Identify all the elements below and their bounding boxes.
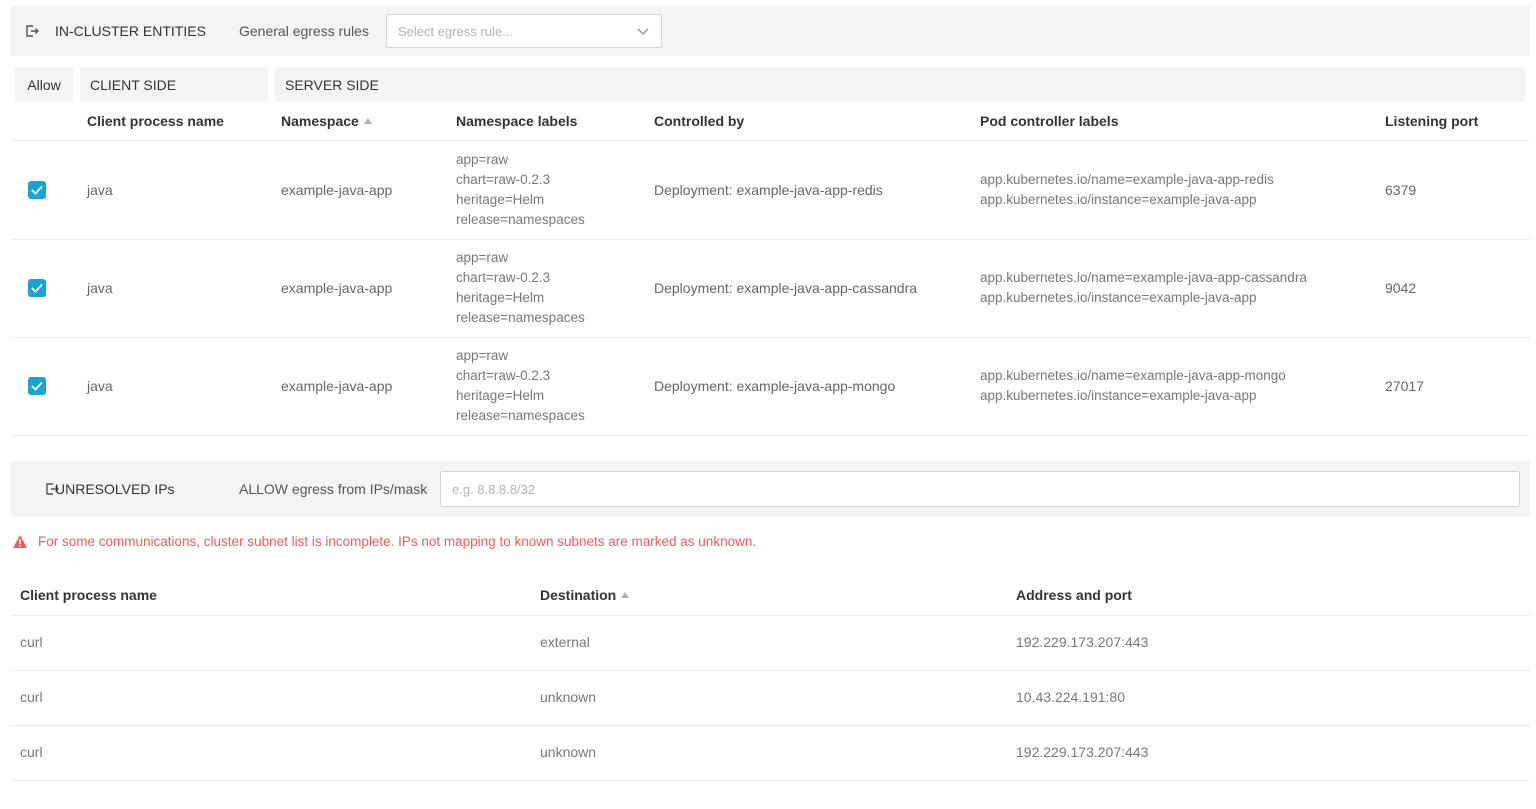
allow-checkbox[interactable] bbox=[28, 377, 46, 395]
chevron-down-icon bbox=[637, 28, 649, 36]
allow-egress-label: ALLOW egress from IPs/mask bbox=[239, 481, 428, 497]
col-client-process-name[interactable]: Client process name bbox=[87, 113, 224, 129]
egress-rules-label: General egress rules bbox=[239, 23, 369, 39]
ns-label: release=namespaces bbox=[456, 212, 585, 227]
ip-row-client: curl bbox=[20, 744, 43, 760]
entity-namespace: example-java-app bbox=[281, 378, 393, 394]
client-side-label: CLIENT SIDE bbox=[90, 76, 177, 93]
col-destination-label: Destination bbox=[540, 587, 617, 603]
entity-controlled-by: Deployment: example-java-app-mongo bbox=[654, 378, 896, 394]
entity-pod-labels: app.kubernetes.io/name=example-java-app-… bbox=[980, 170, 1274, 210]
ip-row-client: curl bbox=[20, 689, 43, 705]
allow-group-header: Allow bbox=[15, 67, 73, 102]
pod-label: app.kubernetes.io/name=example-java-app-… bbox=[980, 172, 1274, 187]
col-ip-client-process-name[interactable]: Client process name bbox=[20, 587, 157, 603]
egress-rule-select-placeholder: Select egress rule... bbox=[398, 23, 513, 39]
in-cluster-title: IN-CLUSTER ENTITIES bbox=[55, 23, 206, 39]
warning-icon bbox=[13, 535, 27, 548]
ns-label: chart=raw-0.2.3 bbox=[456, 270, 551, 285]
client-side-group-header: CLIENT SIDE bbox=[80, 67, 268, 102]
check-icon bbox=[31, 283, 43, 293]
checkbox-checked[interactable] bbox=[28, 377, 46, 395]
entity-client: java bbox=[87, 280, 113, 296]
subnet-warning: For some communications, cluster subnet … bbox=[12, 534, 756, 549]
check-icon bbox=[31, 185, 43, 195]
pod-label: app.kubernetes.io/instance=example-java-… bbox=[980, 192, 1257, 207]
divider bbox=[11, 615, 1530, 616]
ns-label: chart=raw-0.2.3 bbox=[456, 172, 551, 187]
sort-asc-icon bbox=[621, 592, 630, 598]
entity-client: java bbox=[87, 182, 113, 198]
ip-row-address: 192.229.173.207:443 bbox=[1016, 634, 1149, 650]
col-namespace-label: Namespace bbox=[281, 113, 359, 129]
col-namespace-labels[interactable]: Namespace labels bbox=[456, 113, 577, 129]
entity-namespace: example-java-app bbox=[281, 182, 393, 198]
warning-text: For some communications, cluster subnet … bbox=[38, 534, 757, 549]
ns-label: app=raw bbox=[456, 348, 509, 363]
pod-label: app.kubernetes.io/instance=example-java-… bbox=[980, 290, 1257, 305]
entity-namespace: example-java-app bbox=[281, 280, 393, 296]
exit-icon bbox=[24, 23, 40, 39]
ip-mask-input[interactable] bbox=[440, 471, 1520, 507]
allow-group-label: Allow bbox=[27, 76, 61, 93]
ns-label: heritage=Helm bbox=[456, 290, 545, 305]
entity-port: 6379 bbox=[1385, 182, 1417, 198]
ip-row-destination: external bbox=[540, 634, 590, 650]
sort-asc-icon bbox=[363, 118, 372, 124]
entity-pod-labels: app.kubernetes.io/name=example-java-app-… bbox=[980, 268, 1307, 308]
ip-row-destination: unknown bbox=[540, 744, 597, 760]
col-pod-controller-labels[interactable]: Pod controller labels bbox=[980, 113, 1118, 129]
server-side-group-header: SERVER SIDE bbox=[275, 67, 1525, 102]
divider bbox=[11, 780, 1530, 781]
divider bbox=[11, 337, 1530, 338]
entity-controlled-by: Deployment: example-java-app-cassandra bbox=[654, 280, 918, 296]
entity-ns-labels: app=raw chart=raw-0.2.3 heritage=Helm re… bbox=[456, 346, 585, 426]
entity-port: 9042 bbox=[1385, 280, 1417, 296]
col-address-port[interactable]: Address and port bbox=[1016, 587, 1132, 603]
entity-ns-labels: app=raw chart=raw-0.2.3 heritage=Helm re… bbox=[456, 150, 585, 230]
ip-row-address: 10.43.224.191:80 bbox=[1016, 689, 1125, 705]
entity-client: java bbox=[87, 378, 113, 394]
ns-label: app=raw bbox=[456, 152, 509, 167]
pod-label: app.kubernetes.io/name=example-java-app-… bbox=[980, 270, 1307, 285]
entity-port: 27017 bbox=[1385, 378, 1424, 394]
col-controlled-by[interactable]: Controlled by bbox=[654, 113, 744, 129]
col-listening-port[interactable]: Listening port bbox=[1385, 113, 1478, 129]
ns-label: app=raw bbox=[456, 250, 509, 265]
check-icon bbox=[31, 381, 43, 391]
divider bbox=[11, 435, 1530, 436]
pod-label: app.kubernetes.io/instance=example-java-… bbox=[980, 388, 1257, 403]
checkbox-checked[interactable] bbox=[28, 279, 46, 297]
ns-label: release=namespaces bbox=[456, 310, 585, 325]
allow-checkbox[interactable] bbox=[28, 181, 46, 199]
ip-row-address: 192.229.173.207:443 bbox=[1016, 744, 1149, 760]
entity-pod-labels: app.kubernetes.io/name=example-java-app-… bbox=[980, 366, 1286, 406]
ip-row-client: curl bbox=[20, 634, 43, 650]
ns-label: heritage=Helm bbox=[456, 192, 545, 207]
divider bbox=[11, 140, 1530, 141]
entity-ns-labels: app=raw chart=raw-0.2.3 heritage=Helm re… bbox=[456, 248, 585, 328]
ip-row-destination: unknown bbox=[540, 689, 597, 705]
allow-checkbox[interactable] bbox=[28, 279, 46, 297]
egress-rule-select[interactable]: Select egress rule... bbox=[386, 14, 662, 48]
ns-label: chart=raw-0.2.3 bbox=[456, 368, 551, 383]
unresolved-ips-title: UNRESOLVED IPs bbox=[55, 481, 175, 497]
ns-label: release=namespaces bbox=[456, 408, 585, 423]
divider bbox=[11, 239, 1530, 240]
server-side-label: SERVER SIDE bbox=[285, 76, 379, 93]
ns-label: heritage=Helm bbox=[456, 388, 545, 403]
divider bbox=[11, 725, 1530, 726]
col-destination[interactable]: Destination bbox=[540, 587, 630, 603]
col-namespace[interactable]: Namespace bbox=[281, 113, 372, 129]
checkbox-checked[interactable] bbox=[28, 181, 46, 199]
entity-controlled-by: Deployment: example-java-app-redis bbox=[654, 182, 883, 198]
divider bbox=[11, 670, 1530, 671]
pod-label: app.kubernetes.io/name=example-java-app-… bbox=[980, 368, 1286, 383]
